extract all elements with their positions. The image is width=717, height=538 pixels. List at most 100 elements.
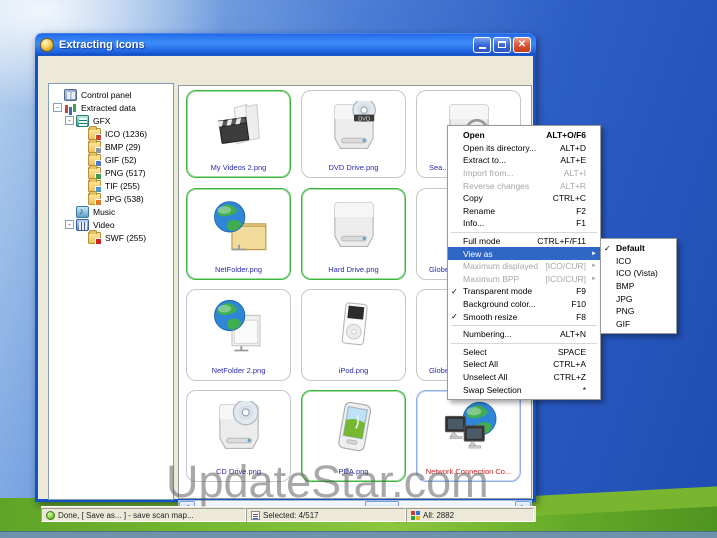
folder-jpg-icon	[88, 193, 101, 205]
tree-expander-icon[interactable]: -	[65, 116, 74, 125]
tree-expander-icon[interactable]: -	[53, 103, 62, 112]
tree-item-label: TIF (255)	[104, 181, 141, 191]
menu-item-label: BMP	[616, 281, 670, 291]
tree-item-gif[interactable]: GIF (52)	[49, 153, 173, 166]
menu-item-reverse-changes[interactable]: Reverse changes ALT+R	[448, 179, 600, 192]
grid-cell-ipod-png[interactable]: iPod.png	[301, 289, 406, 381]
menu-item-shortcut: F2	[576, 206, 586, 216]
tree-item-label: Music	[92, 207, 116, 217]
view-as-submenu: ✓DefaultICOICO (Vista)BMPJPGPNGGIF	[600, 238, 677, 334]
menu-item-label: Extract to...	[463, 155, 554, 165]
menu-item-shortcut: [ICO/CUR]	[545, 261, 586, 271]
tree-item-label: GIF (52)	[104, 155, 138, 165]
background-window-edge	[0, 531, 717, 538]
grid-cell-cd-drive-png[interactable]: CD Drive.png	[186, 390, 291, 482]
grid-cell-netfolder-png[interactable]: NetFolder.png	[186, 188, 291, 280]
grid-cell-hard-drive-png[interactable]: Hard Drive.png	[301, 188, 406, 280]
tree-item-bmp[interactable]: BMP (29)	[49, 140, 173, 153]
menu-item-label: ICO (Vista)	[616, 268, 670, 278]
tree-item-control[interactable]: Control panel	[49, 88, 173, 101]
submenu-arrow-icon: ►	[591, 263, 597, 269]
folder-tree: Control panel-Extracted data-GFXICO (123…	[48, 83, 174, 500]
title-bar[interactable]: Extracting Icons ✕	[35, 33, 536, 56]
menu-item-label: Import from...	[463, 168, 558, 178]
menu-item-shortcut: ALT+R	[560, 181, 586, 191]
menu-item-import-from[interactable]: Import from... ALT+I	[448, 167, 600, 180]
submenu-arrow-icon: ►	[591, 276, 597, 282]
control-panel-icon	[64, 89, 77, 101]
menu-item-extract-to[interactable]: Extract to...ALT+E	[448, 154, 600, 167]
folder-png-icon	[88, 167, 101, 179]
close-button[interactable]: ✕	[513, 37, 531, 53]
my-videos-icon	[187, 96, 290, 158]
tree-item-swf[interactable]: SWF (255)	[49, 231, 173, 244]
submenu-item-gif[interactable]: GIF	[601, 318, 676, 331]
video-icon	[76, 219, 89, 231]
checkmark-icon: ✓	[604, 244, 614, 253]
menu-item-open-its-directory[interactable]: Open its directory...ALT+D	[448, 142, 600, 155]
menu-item-swap-selection[interactable]: Swap Selection*	[448, 383, 600, 396]
menu-item-copy[interactable]: CopyCTRL+C	[448, 192, 600, 205]
menu-item-label: Background color...	[463, 299, 565, 309]
status-bar: Done, [ Save as... ] - save scan map...S…	[41, 506, 536, 522]
gfx-icon	[76, 115, 89, 127]
submenu-item-jpg[interactable]: JPG	[601, 292, 676, 305]
menu-item-shortcut: ALT+O/F6	[546, 130, 586, 140]
grid-cell-netfolder-2-png[interactable]: NetFolder 2.png	[186, 289, 291, 381]
grid-cell-my-videos-2-png[interactable]: My Videos 2.png	[186, 90, 291, 178]
menu-item-unselect-all[interactable]: Unselect AllCTRL+Z	[448, 371, 600, 384]
submenu-item-png[interactable]: PNG	[601, 305, 676, 318]
menu-item-label: ICO	[616, 256, 670, 266]
tree-item-label: GFX	[92, 116, 111, 126]
status-panel-3: All: 2882	[406, 508, 534, 522]
tree-item-label: BMP (29)	[104, 142, 142, 152]
pda-icon	[302, 396, 405, 458]
tree-item-label: Extracted data	[80, 103, 137, 113]
grid-cell-dvd-drive-png[interactable]: DVDDVD Drive.png	[301, 90, 406, 178]
menu-item-view-as[interactable]: View as►	[448, 247, 600, 260]
submenu-item-ico-vista[interactable]: ICO (Vista)	[601, 267, 676, 280]
tree-item-png[interactable]: PNG (517)	[49, 166, 173, 179]
submenu-item-default[interactable]: ✓Default	[601, 242, 676, 255]
menu-item-select-all[interactable]: Select AllCTRL+A	[448, 358, 600, 371]
tree-item-music[interactable]: Music	[49, 205, 173, 218]
menu-item-open[interactable]: OpenALT+O/F6	[448, 129, 600, 142]
folder-ico-icon	[88, 128, 101, 140]
menu-item-shortcut: ALT+I	[564, 168, 586, 178]
menu-item-full-mode[interactable]: Full modeCTRL+F/F11	[448, 235, 600, 248]
tree-expander-icon[interactable]: -	[65, 220, 74, 229]
netfolder2-icon	[187, 295, 290, 357]
menu-item-label: Full mode	[463, 236, 531, 246]
menu-item-select[interactable]: SelectSPACE	[448, 346, 600, 359]
menu-item-rename[interactable]: RenameF2	[448, 205, 600, 218]
grid-cell-label: NetFolder 2.png	[189, 366, 288, 375]
menu-item-transparent-mode[interactable]: ✓Transparent modeF9	[448, 285, 600, 298]
minimize-button[interactable]	[473, 37, 491, 53]
menu-item-numbering[interactable]: Numbering...ALT+N	[448, 328, 600, 341]
grid-cell-network-connection-co[interactable]: Network Connection Co...	[416, 390, 521, 482]
tree-item-ico[interactable]: ICO (1236)	[49, 127, 173, 140]
menu-item-label: Default	[616, 243, 670, 253]
menu-item-info[interactable]: Info...F1	[448, 217, 600, 230]
ipod-icon	[302, 295, 405, 357]
menu-item-label: Reverse changes	[463, 181, 554, 191]
menu-item-smooth-resize[interactable]: ✓Smooth resizeF8	[448, 310, 600, 323]
status-panel-2: Selected: 4/517	[246, 508, 406, 522]
tree-item-tif[interactable]: TIF (255)	[49, 179, 173, 192]
submenu-item-ico[interactable]: ICO	[601, 255, 676, 268]
submenu-arrow-icon: ►	[591, 251, 597, 257]
menu-item-label: Copy	[463, 193, 547, 203]
menu-item-background-color[interactable]: Background color...F10	[448, 298, 600, 311]
tree-item-gfx[interactable]: - GFX	[49, 114, 173, 127]
menu-item-maximum-displayed-size[interactable]: Maximum displayed size[ICO/CUR]►	[448, 260, 600, 273]
folder-bmp-icon	[88, 141, 101, 153]
desktop-background: Extracting Icons ✕ Control panel-Extract…	[0, 0, 717, 538]
tree-item-video[interactable]: -Video	[49, 218, 173, 231]
grid-cell-label: Hard Drive.png	[304, 265, 403, 274]
maximize-button[interactable]	[493, 37, 511, 53]
submenu-item-bmp[interactable]: BMP	[601, 280, 676, 293]
menu-item-maximum-bpp[interactable]: Maximum BPP[ICO/CUR]►	[448, 273, 600, 286]
tree-item-jpg[interactable]: JPG (538)	[49, 192, 173, 205]
tree-item-extracted[interactable]: - Extracted data	[49, 101, 173, 114]
grid-cell-pda-png[interactable]: PDA.png	[301, 390, 406, 482]
